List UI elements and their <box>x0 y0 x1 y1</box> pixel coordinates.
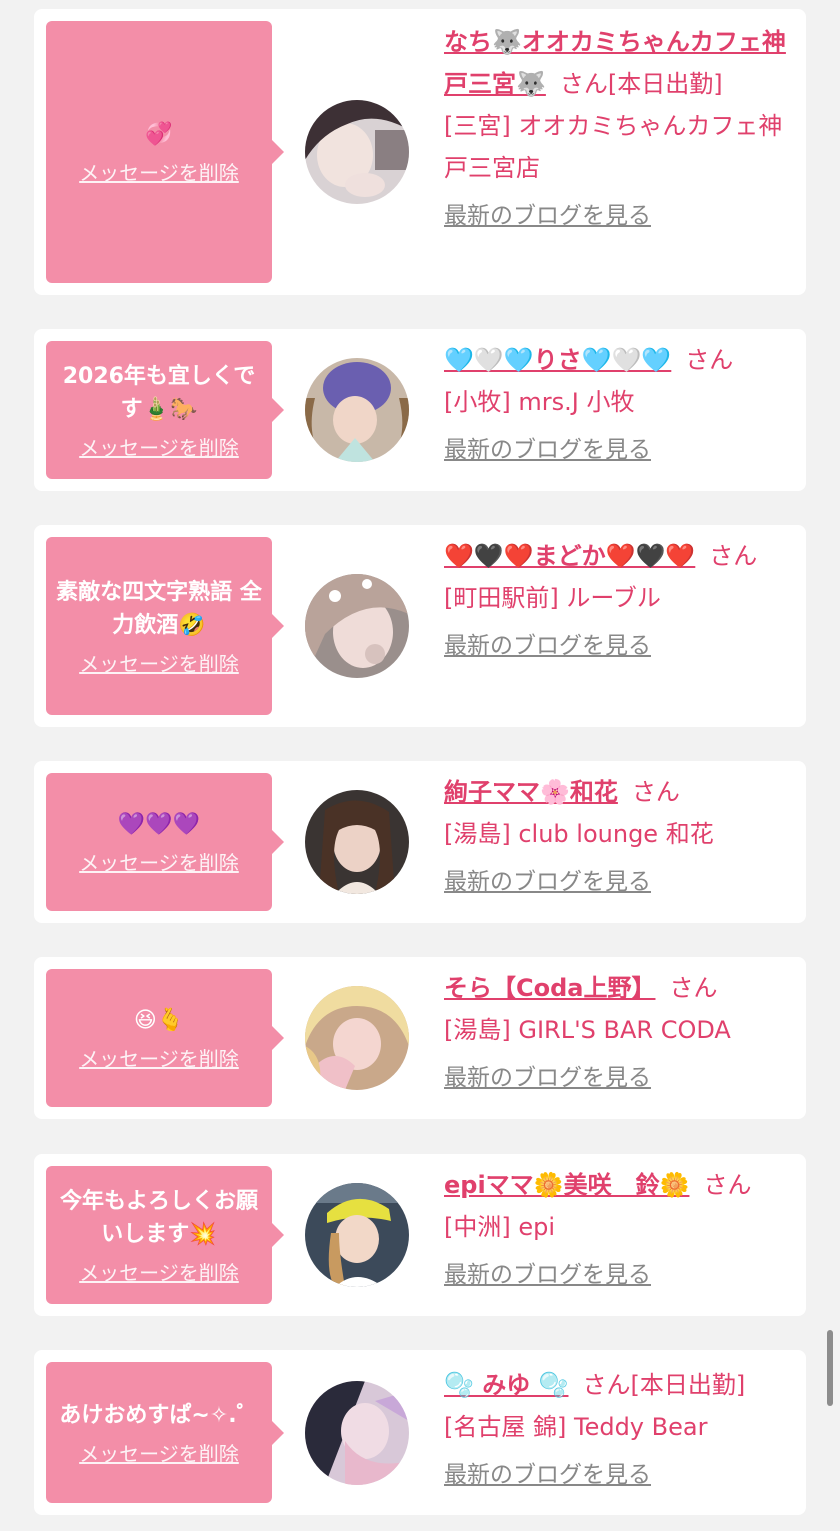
list-item: 素敵な四文字熟語 全力飲酒🤣 メッセージを削除 ❤️🖤❤️まどか❤️🖤❤️ さん … <box>34 525 806 727</box>
profile-name-link[interactable]: 🫧 みゆ 🫧 <box>444 1371 568 1399</box>
delete-message-link[interactable]: メッセージを削除 <box>79 1043 239 1072</box>
list-item: あけおめすぱ~✧.゜ メッセージを削除 🫧 みゆ 🫧 さん[本日出勤] [名古屋 … <box>34 1350 806 1515</box>
avatar[interactable] <box>305 100 409 204</box>
status-text: [本日出勤] <box>630 1371 746 1399</box>
avatar-image <box>305 986 409 1090</box>
message-text: 💞 <box>145 122 173 147</box>
latest-blog-link[interactable]: 最新のブログを見る <box>444 625 651 667</box>
list-item: 💞 メッセージを削除 なち🐺オオカミちゃんカフェ神戸三宮🐺 さん[本日出勤] [三… <box>34 9 806 295</box>
san-label: さん <box>709 542 758 570</box>
avatar-image <box>305 1183 409 1287</box>
message-bubble: 😆🫰 メッセージを削除 <box>46 969 284 1107</box>
status-text: [本日出勤] <box>607 70 723 98</box>
list-item: 💜💜💜 メッセージを削除 絢子ママ🌸和花 さん [湯島] club lounge … <box>34 761 806 923</box>
profile-name-link[interactable]: 🩵🤍🩵りさ🩵🤍🩵 <box>444 346 671 374</box>
profile-name-link[interactable]: 絢子ママ🌸和花 <box>444 778 618 806</box>
shop-text: [湯島] club lounge 和花 <box>444 820 714 848</box>
message-bubble: 素敵な四文字熟語 全力飲酒🤣 メッセージを削除 <box>46 537 284 715</box>
avatar-image <box>305 358 409 462</box>
profile-name-link[interactable]: そら【Coda上野】 <box>444 974 655 1002</box>
latest-blog-link[interactable]: 最新のブログを見る <box>444 1057 651 1099</box>
avatar[interactable] <box>305 358 409 462</box>
profile-info: epiママ🌼美咲 鈴🌼 さん [中洲] epi 最新のブログを見る <box>444 1164 794 1296</box>
delete-message-link[interactable]: メッセージを削除 <box>79 648 239 677</box>
profile-info: ❤️🖤❤️まどか❤️🖤❤️ さん [町田駅前] ルーブル 最新のブログを見る <box>444 535 794 667</box>
profile-name-link[interactable]: ❤️🖤❤️まどか❤️🖤❤️ <box>444 542 695 570</box>
profile-info: 🩵🤍🩵りさ🩵🤍🩵 さん [小牧] mrs.J 小牧 最新のブログを見る <box>444 339 794 471</box>
shop-text: [三宮] オオカミちゃんカフェ神戸三宮店 <box>444 112 783 182</box>
san-label: さん <box>631 778 680 806</box>
avatar[interactable] <box>305 1381 409 1485</box>
list-item: 😆🫰 メッセージを削除 そら【Coda上野】 さん [湯島] GIRL'S BAR… <box>34 957 806 1119</box>
list-item: 今年もよろしくお願いします💥 メッセージを削除 epiママ🌼美咲 鈴🌼 さん [中… <box>34 1154 806 1316</box>
message-bubble: あけおめすぱ~✧.゜ メッセージを削除 <box>46 1362 284 1503</box>
profile-info: 絢子ママ🌸和花 さん [湯島] club lounge 和花 最新のブログを見る <box>444 771 794 903</box>
latest-blog-link[interactable]: 最新のブログを見る <box>444 429 651 471</box>
profile-info: そら【Coda上野】 さん [湯島] GIRL'S BAR CODA 最新のブログ… <box>444 967 794 1099</box>
shop-text: [名古屋 錦] Teddy Bear <box>444 1413 708 1441</box>
profile-info: なち🐺オオカミちゃんカフェ神戸三宮🐺 さん[本日出勤] [三宮] オオカミちゃんカ… <box>444 21 794 237</box>
delete-message-link[interactable]: メッセージを削除 <box>79 157 239 186</box>
latest-blog-link[interactable]: 最新のブログを見る <box>444 195 651 237</box>
message-text: あけおめすぱ~✧.゜ <box>59 1402 259 1428</box>
avatar-image <box>305 790 409 894</box>
shop-text: [町田駅前] ルーブル <box>444 584 661 612</box>
san-label: さん <box>669 974 718 1002</box>
avatar[interactable] <box>305 1183 409 1287</box>
shop-text: [中洲] epi <box>444 1213 556 1241</box>
avatar-image <box>305 574 409 678</box>
latest-blog-link[interactable]: 最新のブログを見る <box>444 1454 651 1496</box>
delete-message-link[interactable]: メッセージを削除 <box>79 1438 239 1467</box>
message-bubble: 💞 メッセージを削除 <box>46 21 284 283</box>
message-bubble: 💜💜💜 メッセージを削除 <box>46 773 284 911</box>
avatar-image <box>305 1381 409 1485</box>
message-text: 素敵な四文字熟語 全力飲酒🤣 <box>56 579 262 638</box>
delete-message-link[interactable]: メッセージを削除 <box>79 1257 239 1286</box>
message-text: 今年もよろしくお願いします💥 <box>59 1188 258 1247</box>
latest-blog-link[interactable]: 最新のブログを見る <box>444 1254 651 1296</box>
shop-text: [小牧] mrs.J 小牧 <box>444 388 635 416</box>
message-text: 💜💜💜 <box>117 812 201 837</box>
san-label: さん <box>703 1171 752 1199</box>
san-label: さん <box>685 346 734 374</box>
avatar[interactable] <box>305 986 409 1090</box>
message-bubble: 2026年も宜しくです🎍🐎 メッセージを削除 <box>46 341 284 479</box>
avatar[interactable] <box>305 790 409 894</box>
san-label: さん <box>559 70 608 98</box>
delete-message-link[interactable]: メッセージを削除 <box>79 847 239 876</box>
profile-info: 🫧 みゆ 🫧 さん[本日出勤] [名古屋 錦] Teddy Bear 最新のブログ… <box>444 1364 794 1496</box>
delete-message-link[interactable]: メッセージを削除 <box>79 432 239 461</box>
latest-blog-link[interactable]: 最新のブログを見る <box>444 861 651 903</box>
message-text: 2026年も宜しくです🎍🐎 <box>62 363 256 422</box>
avatar[interactable] <box>305 574 409 678</box>
profile-name-link[interactable]: epiママ🌼美咲 鈴🌼 <box>444 1171 689 1199</box>
avatar-image <box>305 100 409 204</box>
message-text: 😆🫰 <box>133 1008 185 1033</box>
list-item: 2026年も宜しくです🎍🐎 メッセージを削除 🩵🤍🩵りさ🩵🤍🩵 さん [小牧] m… <box>34 329 806 491</box>
san-label: さん <box>582 1371 631 1399</box>
scrollbar[interactable] <box>827 1330 833 1406</box>
message-bubble: 今年もよろしくお願いします💥 メッセージを削除 <box>46 1166 284 1304</box>
shop-text: [湯島] GIRL'S BAR CODA <box>444 1016 731 1044</box>
